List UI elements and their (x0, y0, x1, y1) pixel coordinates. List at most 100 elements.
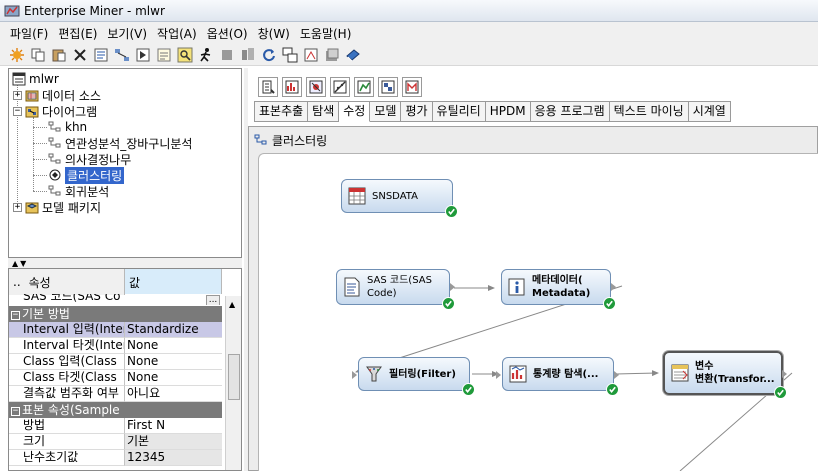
collapse-icon[interactable]: − (11, 407, 20, 416)
node-filter[interactable]: 필터링(Filter) (352, 357, 475, 396)
arrow-up-icon[interactable]: ▲ (12, 259, 18, 268)
collapse-icon[interactable]: − (13, 106, 22, 116)
value-column-header[interactable]: 값 (125, 269, 222, 295)
model-compare-icon[interactable] (302, 46, 320, 64)
layout-icon[interactable] (281, 46, 299, 64)
node-snsdata[interactable]: SNSDATA (341, 179, 458, 218)
expand-icon[interactable]: + (13, 202, 22, 212)
tab-8[interactable]: 텍스트 마이닝 (609, 101, 689, 122)
property-value[interactable]: Standardize (125, 322, 222, 338)
property-value[interactable]: First N (125, 418, 222, 434)
assess-tool-icon[interactable] (354, 77, 374, 97)
menu-help[interactable]: 도움말(H) (296, 25, 358, 42)
input-port[interactable] (496, 371, 501, 379)
run-person-icon[interactable] (197, 46, 215, 64)
output-port[interactable] (611, 283, 616, 291)
tree-diagrams[interactable]: − 다이어그램 (13, 103, 97, 119)
node-transform-variables[interactable]: 변수 변환(Transfor... (663, 351, 787, 399)
output-port[interactable] (450, 283, 455, 291)
property-group-header[interactable]: − 기본 방법 (9, 306, 222, 322)
run-icon[interactable] (134, 46, 152, 64)
tree-root[interactable]: mlwr (12, 71, 59, 87)
hpdm-tool-icon[interactable] (402, 77, 422, 97)
property-row[interactable]: 방법 First N (9, 418, 222, 434)
property-row[interactable]: 난수초기값 12345 (9, 450, 222, 466)
property-value[interactable]: None (125, 354, 222, 370)
property-group-header[interactable]: − 표본 속성(Sample (9, 402, 222, 418)
paste-icon[interactable] (50, 46, 68, 64)
collapse-icon[interactable]: − (11, 311, 20, 320)
ellipsis-button[interactable]: ... (206, 295, 220, 305)
new-icon[interactable] (8, 46, 26, 64)
node-stat-explore[interactable]: 통계량 탐색(... (496, 357, 619, 396)
arrow-down-icon[interactable]: ▼ (20, 259, 26, 268)
tree-model-packages[interactable]: + 모델 패키지 (13, 199, 101, 215)
tree-diagram-item[interactable]: 회귀분석 (48, 183, 109, 199)
copy-icon[interactable] (29, 46, 47, 64)
property-column-header[interactable]: .. 속성 (9, 269, 125, 295)
property-row[interactable]: Class 입력(Class None (9, 354, 222, 370)
scroll-up-icon[interactable]: ▲ (229, 300, 235, 309)
menu-edit[interactable]: 편집(E) (54, 25, 103, 42)
explore-tool-icon[interactable] (282, 77, 302, 97)
property-value[interactable]: 12345 (125, 450, 222, 466)
input-port[interactable] (352, 371, 357, 379)
diagram-icon[interactable] (113, 46, 131, 64)
tree-diagram-item[interactable]: khn (48, 119, 87, 135)
properties-scrollbar[interactable]: ▲ (225, 296, 241, 470)
sample-tool-icon[interactable] (258, 77, 278, 97)
node-sas-code[interactable]: SAS 코드(SAS Code) (336, 269, 455, 310)
tree-item-label: 의사결정나무 (65, 152, 132, 167)
help-book-icon[interactable] (344, 46, 362, 64)
success-check-icon (603, 297, 616, 310)
menu-window[interactable]: 창(W) (254, 25, 296, 42)
output-port[interactable] (614, 371, 619, 379)
tab-2[interactable]: 수정 (339, 101, 371, 122)
tab-1[interactable]: 탐색 (308, 101, 340, 122)
tree-diagram-item[interactable]: 의사결정나무 (48, 151, 131, 167)
property-name: Interval 타겟(Inter (9, 338, 125, 354)
model-package-icon (25, 202, 39, 214)
property-value[interactable]: 아니요 (125, 386, 222, 402)
property-row[interactable]: Class 타겟(Class None (9, 370, 222, 386)
tab-3[interactable]: 모델 (370, 101, 402, 122)
tab-9[interactable]: 시계열 (688, 101, 731, 122)
menu-view[interactable]: 보기(V) (103, 25, 153, 42)
tree-data-sources[interactable]: + 데이터 소스 (13, 87, 101, 103)
property-value[interactable]: None (125, 338, 222, 354)
delete-icon[interactable] (71, 46, 89, 64)
tree-diagram-item-selected[interactable]: 클러스터링 (48, 166, 125, 184)
tab-4[interactable]: 평가 (401, 101, 433, 122)
node-metadata[interactable]: 메타데이터( Metadata) (501, 269, 616, 310)
stop-icon[interactable] (218, 46, 236, 64)
property-value[interactable]: None (125, 370, 222, 386)
expand-icon[interactable]: + (13, 90, 22, 100)
modify-tool-icon[interactable] (306, 77, 326, 97)
reports-icon[interactable] (239, 46, 257, 64)
panel-splitter[interactable]: ▲ ▼ (8, 258, 242, 268)
property-row[interactable]: 크기 기본 (9, 434, 222, 450)
tree-diagram-item[interactable]: 연관성분석_장바구니분석 (48, 135, 192, 151)
tab-0[interactable]: 표본추출 (254, 101, 309, 122)
find-icon[interactable] (176, 46, 194, 64)
project-icon (12, 72, 26, 86)
tab-7[interactable]: 응용 프로그램 (530, 101, 610, 122)
property-row[interactable]: Interval 입력(Inter Standardize (9, 322, 222, 338)
clipped-prop-row[interactable]: SAS 코드(SAS Co ... (9, 294, 222, 305)
property-row[interactable]: Interval 타겟(Inter None (9, 338, 222, 354)
utility-tool-icon[interactable] (378, 77, 398, 97)
menu-file[interactable]: 파일(F) (6, 25, 54, 42)
model-tool-icon[interactable] (330, 77, 350, 97)
property-value[interactable]: 기본 (125, 434, 222, 450)
properties-icon[interactable] (92, 46, 110, 64)
menu-options[interactable]: 옵션(O) (203, 25, 254, 42)
property-row[interactable]: 결측값 범주화 여부 아니요 (9, 386, 222, 402)
output-port[interactable] (782, 370, 787, 378)
tab-5[interactable]: 유틸리티 (432, 101, 486, 122)
scroll-thumb[interactable] (228, 354, 240, 400)
refresh-icon[interactable] (260, 46, 278, 64)
results-icon[interactable] (155, 46, 173, 64)
menu-actions[interactable]: 작업(A) (153, 25, 203, 42)
export-icon[interactable] (323, 46, 341, 64)
tab-6[interactable]: HPDM (485, 101, 531, 122)
